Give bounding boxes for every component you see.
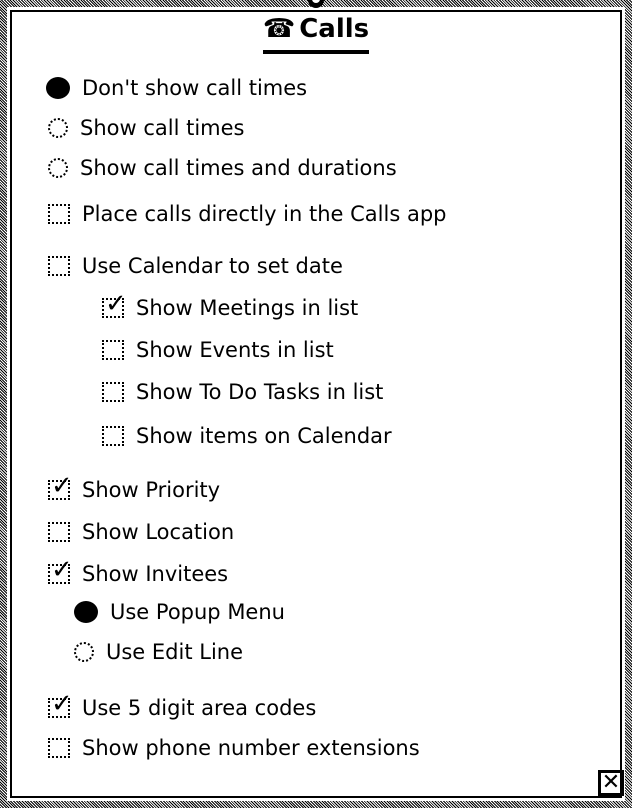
telephone-icon: ☎ <box>262 14 296 44</box>
option-label: Show Location <box>82 520 235 544</box>
option-use-edit-line[interactable]: Use Edit Line <box>74 640 243 664</box>
option-show-items-calendar[interactable]: Show items on Calendar <box>102 424 392 448</box>
checkbox-checked-icon[interactable]: ✓ <box>48 473 73 500</box>
option-show-meetings[interactable]: ✓ Show Meetings in list <box>102 291 359 320</box>
option-label: Show Meetings in list <box>136 296 359 320</box>
checkbox-icon[interactable] <box>102 382 124 402</box>
checkbox-icon[interactable] <box>102 426 124 446</box>
option-dont-show-call-times[interactable]: Don't show call times <box>46 76 307 100</box>
option-label: Show To Do Tasks in list <box>136 380 384 404</box>
option-show-call-times-durations[interactable]: Show call times and durations <box>48 156 397 180</box>
option-show-todo[interactable]: Show To Do Tasks in list <box>102 380 383 404</box>
radio-unselected-icon[interactable] <box>48 158 68 178</box>
checkmark-icon: ✓ <box>51 555 73 585</box>
radio-unselected-icon[interactable] <box>48 118 68 138</box>
checkmark-icon: ✓ <box>51 689 73 719</box>
option-use-popup-menu[interactable]: Use Popup Menu <box>74 600 285 624</box>
close-box-icon[interactable]: ✕ <box>598 770 624 796</box>
checkbox-icon[interactable] <box>48 522 70 542</box>
radio-unselected-icon[interactable] <box>74 642 94 662</box>
option-label: Don't show call times <box>82 76 308 100</box>
option-label: Use Edit Line <box>106 640 244 664</box>
option-label: Show Priority <box>82 478 221 502</box>
option-show-call-times[interactable]: Show call times <box>48 116 244 140</box>
checkmark-icon: ✓ <box>51 471 73 501</box>
radio-selected-icon[interactable] <box>46 77 70 99</box>
checkbox-icon[interactable] <box>102 340 124 360</box>
title-bar: ☎ Calls <box>0 14 632 54</box>
option-show-location[interactable]: Show Location <box>48 520 234 544</box>
option-show-invitees[interactable]: ✓ Show Invitees <box>48 557 229 586</box>
checkbox-icon[interactable] <box>48 204 70 224</box>
close-glyph: ✕ <box>601 770 621 795</box>
checkbox-icon[interactable] <box>48 738 70 758</box>
option-label: Use Calendar to set date <box>82 254 343 278</box>
option-label: Show items on Calendar <box>136 424 392 448</box>
option-show-priority[interactable]: ✓ Show Priority <box>48 473 221 502</box>
checkbox-icon[interactable] <box>48 256 70 276</box>
option-show-extensions[interactable]: Show phone number extensions <box>48 736 420 760</box>
option-label: Show call times and durations <box>80 156 397 180</box>
option-place-calls-directly[interactable]: Place calls directly in the Calls app <box>48 202 447 226</box>
option-label: Place calls directly in the Calls app <box>82 202 447 226</box>
radio-selected-icon[interactable] <box>74 601 98 623</box>
option-show-events[interactable]: Show Events in list <box>102 338 334 362</box>
option-use-5-digit[interactable]: ✓ Use 5 digit area codes <box>48 691 317 720</box>
option-label: Show Events in list <box>136 338 334 362</box>
checkbox-checked-icon[interactable]: ✓ <box>102 291 127 318</box>
option-label: Use Popup Menu <box>110 600 285 624</box>
page-title: Calls <box>299 14 370 44</box>
option-label: Show call times <box>80 116 245 140</box>
checkmark-icon: ✓ <box>105 289 127 319</box>
checkbox-checked-icon[interactable]: ✓ <box>48 691 73 718</box>
option-label: Show phone number extensions <box>82 736 420 760</box>
option-use-calendar-date[interactable]: Use Calendar to set date <box>48 254 343 278</box>
option-label: Show Invitees <box>82 562 229 586</box>
option-label: Use 5 digit area codes <box>82 696 317 720</box>
checkbox-checked-icon[interactable]: ✓ <box>48 557 73 584</box>
